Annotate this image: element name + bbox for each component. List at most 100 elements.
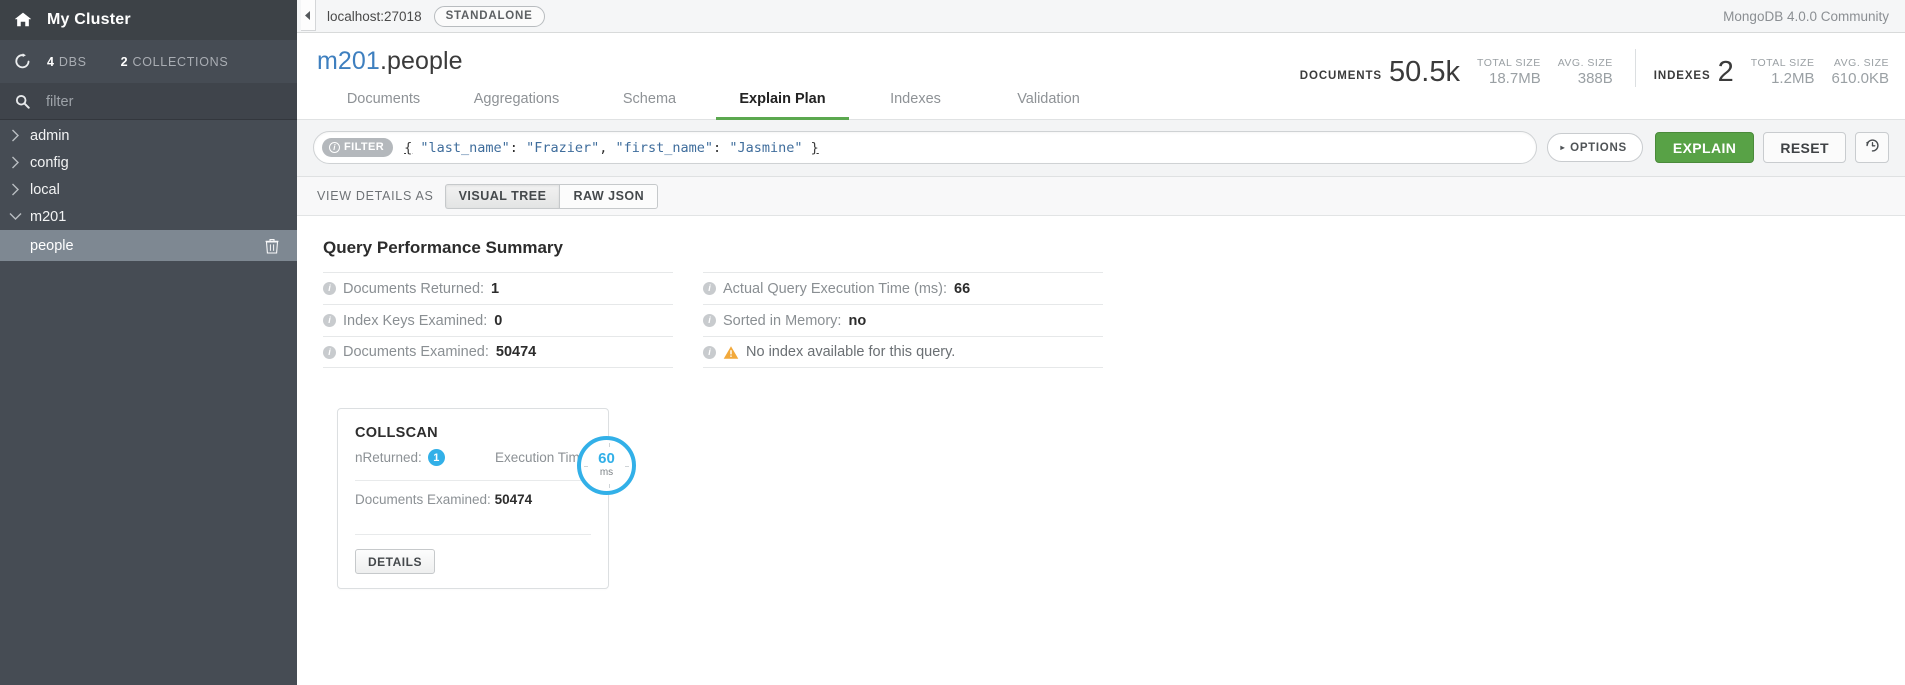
indexes-total-size-label: TOTAL SIZE <box>1750 57 1815 69</box>
documents-stats: DOCUMENTS 50.5k TOTAL SIZE 18.7MB AVG. S… <box>1300 57 1613 87</box>
info-icon[interactable]: i <box>323 282 336 295</box>
stage-name: COLLSCAN <box>355 425 438 441</box>
sidebar-db-label: m201 <box>30 208 67 225</box>
reset-button[interactable]: RESET <box>1763 132 1846 163</box>
summary-title: Query Performance Summary <box>323 238 563 257</box>
tab-explain-plan[interactable]: Explain Plan <box>716 86 849 120</box>
indexes-avg-size: AVG. SIZE 610.0KB <box>1814 57 1905 87</box>
top-bar: localhost:27018 STANDALONE MongoDB 4.0.0… <box>297 0 1905 33</box>
query-performance-summary: Query Performance Summary i Documents Re… <box>297 216 1905 368</box>
execution-time-gauge: 60 ms <box>577 436 636 495</box>
tab-indexes[interactable]: Indexes <box>849 86 982 120</box>
view-mode-segmented-control: VISUAL TREE RAW JSON <box>444 183 659 209</box>
sidebar-collection-label: people <box>30 237 74 254</box>
sidebar-filter-row[interactable] <box>0 84 297 120</box>
query-history-button[interactable] <box>1855 132 1889 163</box>
view-mode-raw-json[interactable]: RAW JSON <box>559 183 659 209</box>
stat-documents-examined: i Documents Examined: 50474 <box>323 336 673 368</box>
history-icon <box>1865 138 1880 158</box>
info-icon[interactable]: i <box>703 282 716 295</box>
info-icon[interactable]: i <box>703 345 716 359</box>
sidebar-db-label: local <box>30 181 60 198</box>
stat-index-warning: i No index available for this query. <box>703 336 1103 368</box>
stat-sorted-in-memory: i Sorted in Memory: no <box>703 304 1103 336</box>
compass-window: My Cluster 4 DBS 2 COLLECTIONS filter ad… <box>0 0 1905 685</box>
stat-label: Actual Query Execution Time (ms): <box>723 280 948 297</box>
stat-value: 0 <box>494 312 503 329</box>
explain-button[interactable]: EXPLAIN <box>1654 132 1755 163</box>
options-button[interactable]: ▸ OPTIONS <box>1547 133 1643 162</box>
stage-details-button[interactable]: DETAILS <box>355 549 435 574</box>
view-details-label: VIEW DETAILS AS <box>317 189 434 203</box>
main-panel: localhost:27018 STANDALONE MongoDB 4.0.0… <box>297 0 1905 685</box>
filter-input[interactable]: i FILTER { "last_name": "Frazier", "firs… <box>313 131 1538 164</box>
documents-total-size: TOTAL SIZE 18.7MB <box>1460 57 1541 87</box>
search-icon <box>15 94 30 109</box>
vertical-scrollbar[interactable] <box>1897 33 1905 685</box>
sidebar-item-m201[interactable]: m201 <box>0 203 297 230</box>
stat-actual-query-execution-time: i Actual Query Execution Time (ms): 66 <box>703 272 1103 304</box>
topology-badge: STANDALONE <box>433 5 545 27</box>
nreturned-label: nReturned: <box>355 450 422 465</box>
info-icon[interactable]: i <box>323 345 336 359</box>
tab-schema[interactable]: Schema <box>583 86 716 120</box>
documents-total-size-value: 18.7MB <box>1489 70 1541 87</box>
query-open-brace: { <box>404 139 413 156</box>
explain-tree: COLLSCAN nReturned: 1 Execution Time: 60… <box>297 368 1905 589</box>
collection-stats: DOCUMENTS 50.5k TOTAL SIZE 18.7MB AVG. S… <box>1300 49 1905 87</box>
trash-icon[interactable] <box>265 238 279 254</box>
connection-host: localhost:27018 <box>327 8 422 24</box>
filter-pill: i FILTER <box>322 138 394 157</box>
stat-documents-returned: i Documents Returned: 1 <box>323 272 673 304</box>
tab-validation[interactable]: Validation <box>982 86 1115 120</box>
cluster-name: My Cluster <box>47 11 131 28</box>
chevron-right-icon <box>0 183 30 196</box>
chevron-right-icon <box>0 129 30 142</box>
sidebar-item-admin[interactable]: admin <box>0 122 297 149</box>
chevron-right-icon <box>0 156 30 169</box>
db-count-label: DBS <box>58 54 87 69</box>
sidebar-cluster-header[interactable]: My Cluster <box>0 0 297 40</box>
stage-metrics-row: nReturned: 1 Execution Time: <box>355 449 591 466</box>
collection-count-label: COLLECTIONS <box>132 54 229 69</box>
tab-aggregations[interactable]: Aggregations <box>450 86 583 120</box>
db-count: 4 DBS <box>47 55 87 69</box>
search-input[interactable] <box>46 93 246 110</box>
indexes-avg-size-label: AVG. SIZE <box>1833 57 1889 69</box>
stat-value: 66 <box>954 280 971 297</box>
sidebar-stats-row: 4 DBS 2 COLLECTIONS <box>0 40 297 84</box>
tab-documents[interactable]: Documents <box>317 86 450 120</box>
sidebar-item-config[interactable]: config <box>0 149 297 176</box>
indexes-stats: INDEXES 2 TOTAL SIZE 1.2MB AVG. SIZE 610… <box>1654 57 1905 87</box>
nreturned-badge: 1 <box>427 449 445 466</box>
view-details-toggle-row: VIEW DETAILS AS VISUAL TREE RAW JSON <box>297 177 1905 216</box>
sidebar-item-local[interactable]: local <box>0 176 297 203</box>
database-tree: admin config local m201 people <box>0 120 297 685</box>
info-icon[interactable]: i <box>703 314 716 327</box>
summary-column-left: i Documents Returned: 1 i Index Keys Exa… <box>323 272 673 368</box>
stat-value: 1 <box>491 280 500 297</box>
collection-tabs: Documents Aggregations Schema Explain Pl… <box>297 86 1905 120</box>
stage-documents-examined: Documents Examined: 50474 <box>355 481 591 520</box>
sidebar-item-people[interactable]: people <box>0 230 297 261</box>
db-count-value: 4 <box>47 54 55 69</box>
chevron-down-icon <box>0 212 30 221</box>
collection-count: 2 COLLECTIONS <box>121 55 229 69</box>
explain-stage-card: COLLSCAN nReturned: 1 Execution Time: 60… <box>337 408 636 589</box>
refresh-icon[interactable] <box>14 53 31 70</box>
info-icon[interactable]: i <box>323 314 336 327</box>
stats-divider <box>1634 49 1636 87</box>
caret-right-icon: ▸ <box>1560 143 1566 152</box>
divider <box>355 534 591 535</box>
documents-total-size-label: TOTAL SIZE <box>1476 57 1541 69</box>
warning-triangle-icon <box>723 345 739 360</box>
query-field1-key: "last_name" <box>420 139 510 156</box>
stat-value: no <box>848 312 867 329</box>
namespace-header: m201.people DOCUMENTS 50.5k TOTAL SIZE 1… <box>297 33 1905 120</box>
filter-pill-label: FILTER <box>344 141 385 153</box>
sidebar-collapse-button[interactable] <box>301 0 316 31</box>
caret-left-icon <box>305 10 311 20</box>
server-version: MongoDB 4.0.0 Community <box>1723 8 1889 24</box>
query-field1-value: "Frazier" <box>526 139 600 156</box>
view-mode-visual-tree[interactable]: VISUAL TREE <box>444 183 560 209</box>
